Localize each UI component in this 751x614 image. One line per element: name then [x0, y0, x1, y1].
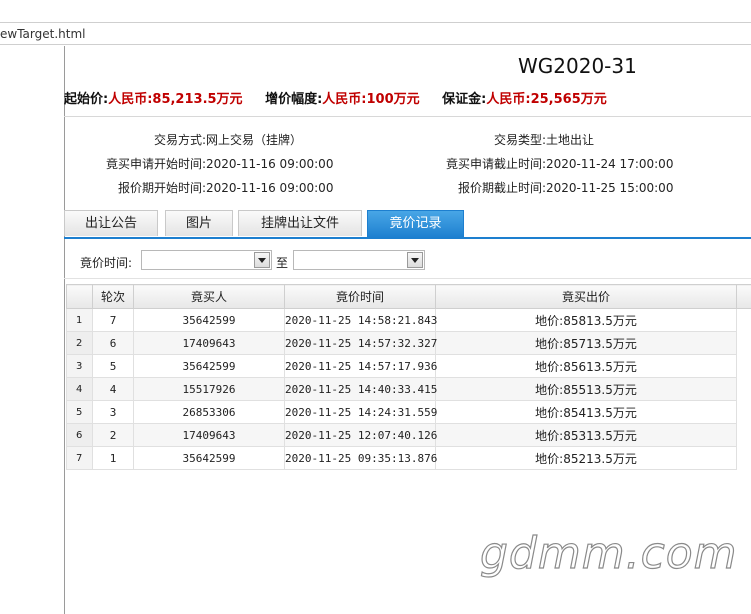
row-index: 6	[66, 423, 93, 447]
bid-time-label: 竟价时间:	[80, 256, 133, 270]
quote-start-label: 报价期开始时间:	[117, 181, 206, 195]
address-text: ewTarget.html	[0, 27, 86, 41]
table-row[interactable]: 5 3 26853306 2020-11-25 14:24:31.559 地价:8541…	[66, 400, 751, 424]
tab-announcement[interactable]: 出让公告	[64, 210, 158, 236]
bid-records-table: 轮次 竟买人 竟价时间 竟买出价 1 7 35642599 2020-11-25 14…	[66, 284, 751, 470]
row-bid-price: 地价:85413.5万元	[435, 400, 737, 424]
row-bid-price: 地价:85713.5万元	[435, 331, 737, 355]
increment-value: 人民币:100万元	[322, 92, 420, 107]
row-bidder: 35642599	[133, 446, 285, 470]
row-bidder: 17409643	[133, 423, 285, 447]
row-index: 4	[66, 377, 93, 401]
table-header-row: 轮次 竟买人 竟价时间 竟买出价	[66, 284, 751, 309]
row-bid-time: 2020-11-25 09:35:13.876	[284, 446, 437, 470]
col-header-round[interactable]: 轮次	[92, 284, 134, 309]
address-bar[interactable]: ewTarget.html	[0, 22, 751, 45]
deposit-value: 人民币:25,565万元	[486, 92, 607, 107]
row-round: 5	[92, 354, 134, 378]
row-round: 2	[92, 423, 134, 447]
trade-method: 交易方式:网上交易（挂牌）	[64, 131, 302, 148]
chevron-down-icon[interactable]	[407, 252, 423, 268]
table-row[interactable]: 4 4 15517926 2020-11-25 14:40:33.415 地价:8551…	[66, 377, 751, 401]
quote-start: 报价期开始时间:2020-11-16 09:00:00	[64, 179, 334, 196]
tab-bar: 出让公告 图片 挂牌出让文件 竟价记录	[64, 210, 751, 238]
col-header-bidder[interactable]: 竟买人	[133, 284, 285, 309]
trade-type: 交易类型:土地出让	[400, 131, 594, 148]
bid-time-from-combo[interactable]	[141, 250, 272, 270]
apply-end-value: 2020-11-24 17:00:00	[546, 157, 674, 171]
quote-end-value: 2020-11-25 15:00:00	[546, 181, 674, 195]
row-bid-time: 2020-11-25 14:57:32.327	[284, 331, 437, 355]
table-row[interactable]: 6 2 17409643 2020-11-25 12:07:40.126 地价:8531…	[66, 423, 751, 447]
row-index: 7	[66, 446, 93, 470]
trade-method-value: 网上交易（挂牌）	[206, 133, 303, 147]
row-index: 1	[66, 308, 93, 332]
row-bidder: 17409643	[133, 331, 285, 355]
row-round: 7	[92, 308, 134, 332]
row-index: 3	[66, 354, 93, 378]
to-label: 至	[276, 256, 289, 270]
table-row[interactable]: 2 6 17409643 2020-11-25 14:57:32.327 地价:8571…	[66, 331, 751, 355]
table-row[interactable]: 1 7 35642599 2020-11-25 14:58:21.843 地价:8581…	[66, 308, 751, 332]
apply-start-label: 竟买申请开始时间:	[105, 157, 206, 171]
col-header-bid-time[interactable]: 竟价时间	[284, 284, 436, 309]
apply-start-value: 2020-11-16 09:00:00	[206, 157, 334, 171]
deposit-label: 保证金:	[442, 92, 487, 107]
apply-end-label: 竟买申请截止时间:	[445, 157, 546, 171]
row-round: 6	[92, 331, 134, 355]
start-price-value: 人民币:85,213.5万元	[108, 92, 243, 107]
increment-label: 增价幅度:	[265, 92, 323, 107]
col-header-bid-price[interactable]: 竟买出价	[435, 284, 737, 309]
tab-listing-documents[interactable]: 挂牌出让文件	[238, 210, 362, 236]
trade-type-value: 土地出让	[546, 133, 595, 147]
row-bid-time: 2020-11-25 14:57:17.936	[284, 354, 437, 378]
col-header-filler	[736, 284, 751, 309]
tab-underline	[64, 237, 751, 239]
browser-top-strip	[0, 0, 751, 22]
row-bidder: 15517926	[133, 377, 285, 401]
row-index: 2	[66, 331, 93, 355]
row-bid-price: 地价:85813.5万元	[435, 308, 737, 332]
col-header-index	[66, 284, 93, 309]
trade-method-label: 交易方式:	[153, 133, 206, 147]
row-round: 3	[92, 400, 134, 424]
row-bid-time: 2020-11-25 14:40:33.415	[284, 377, 437, 401]
row-index: 5	[66, 400, 93, 424]
row-bid-time: 2020-11-25 12:07:40.126	[284, 423, 437, 447]
trade-type-label: 交易类型:	[493, 133, 546, 147]
watermark-logo: gdmm.com	[479, 527, 738, 579]
tab-bid-records[interactable]: 竟价记录	[367, 210, 464, 238]
filter-bar: 竟价时间: 至	[64, 242, 751, 279]
divider	[64, 116, 751, 117]
apply-start: 竟买申请开始时间:2020-11-16 09:00:00	[64, 155, 334, 172]
chevron-down-icon[interactable]	[254, 252, 270, 268]
row-bidder: 35642599	[133, 354, 285, 378]
row-round: 1	[92, 446, 134, 470]
table-row[interactable]: 3 5 35642599 2020-11-25 14:57:17.936 地价:8561…	[66, 354, 751, 378]
tab-images[interactable]: 图片	[165, 210, 233, 236]
page-title: WG2020-31	[518, 54, 637, 78]
row-bidder: 35642599	[133, 308, 285, 332]
row-bid-price: 地价:85213.5万元	[435, 446, 737, 470]
bid-time-to-combo[interactable]	[293, 250, 425, 270]
price-summary: 起始价:人民币:85,213.5万元 增价幅度:人民币:100万元 保证金:人民…	[64, 88, 625, 107]
row-bid-price: 地价:85313.5万元	[435, 423, 737, 447]
row-bid-price: 地价:85613.5万元	[435, 354, 737, 378]
quote-end-label: 报价期截止时间:	[457, 181, 546, 195]
row-bid-time: 2020-11-25 14:58:21.843	[284, 308, 437, 332]
row-bid-price: 地价:85513.5万元	[435, 377, 737, 401]
apply-end: 竟买申请截止时间:2020-11-24 17:00:00	[400, 155, 674, 172]
row-bidder: 26853306	[133, 400, 285, 424]
quote-end: 报价期截止时间:2020-11-25 15:00:00	[400, 179, 674, 196]
quote-start-value: 2020-11-16 09:00:00	[206, 181, 334, 195]
row-bid-time: 2020-11-25 14:24:31.559	[284, 400, 437, 424]
row-round: 4	[92, 377, 134, 401]
start-price-label: 起始价:	[64, 92, 109, 107]
table-row[interactable]: 7 1 35642599 2020-11-25 09:35:13.876 地价:8521…	[66, 446, 751, 470]
